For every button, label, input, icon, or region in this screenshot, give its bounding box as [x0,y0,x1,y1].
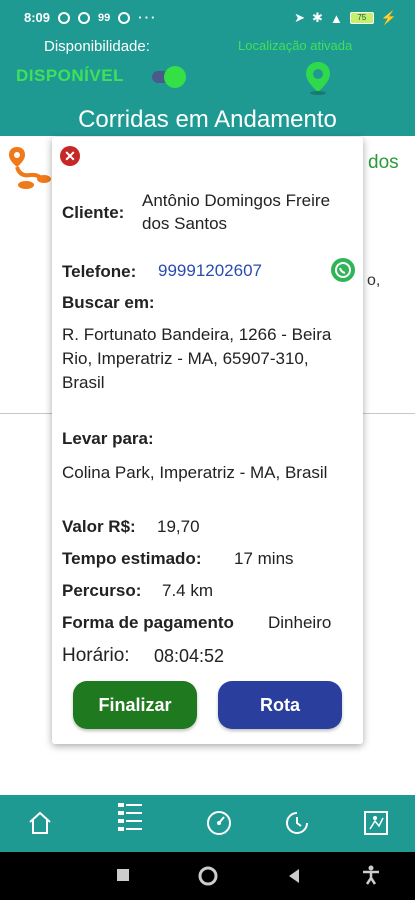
back-icon[interactable] [287,868,301,889]
status-bar: 8:09 99 ··· ➤ ✱ ▲ 75 ⚡ [0,0,415,36]
destination-label: Levar para: [62,429,154,448]
speedometer-icon[interactable] [205,809,233,837]
estimated-time-label: Tempo estimado: [62,549,202,568]
client-label: Cliente: [62,203,125,222]
phone-label: Telefone: [62,262,137,281]
status-left: 8:09 99 ··· [24,10,157,25]
more-notifications-icon: ··· [138,10,158,25]
price-label: Valor R$: [62,517,136,536]
route-pin-icon [8,145,52,196]
price-value: 19,70 [157,517,200,536]
accessibility-icon[interactable] [362,865,380,890]
location-arrow-icon: ➤ [294,10,306,25]
destination-address: Colina Park, Imperatriz - MA, Brasil [62,463,328,482]
home-circle-icon[interactable] [198,866,218,891]
distance-label: Percurso: [62,581,142,600]
location-label: Localização ativada [238,38,353,53]
history-icon[interactable] [283,809,311,837]
availability-status: DISPONÍVEL [16,66,124,85]
recents-icon[interactable] [116,868,130,887]
status-time: 8:09 [24,10,51,25]
phone-number-link[interactable]: 99991202607 [158,261,262,281]
map-icon[interactable] [362,809,390,837]
alarm-icon [58,11,71,24]
location-pin-icon[interactable] [304,60,332,101]
availability-toggle[interactable] [150,66,186,88]
bluetooth-icon: ✱ [312,10,323,25]
whatsapp-icon[interactable] [331,258,355,282]
list-icon[interactable] [116,801,144,831]
payment-method-value: Dinheiro [268,613,332,632]
battery-icon: 75 [349,12,374,24]
system-navigation-bar [0,852,415,900]
signal-icon: ▲ [329,10,343,26]
client-name: Antônio Domingos Freire dos Santos [142,191,331,233]
app-header: Disponibilidade: DISPONÍVEL Localização … [0,36,415,136]
schedule-label: Horário: [62,645,130,666]
charging-icon: ⚡ [380,10,397,25]
home-icon[interactable] [26,809,54,837]
page-title: Corridas em Andamento [78,106,337,133]
availability-label: Disponibilidade: [44,38,150,55]
notification-badge: 99 [98,11,111,24]
schedule-value: 08:04:52 [154,646,225,666]
background-address-text: o, [367,272,381,289]
estimated-time-value: 17 mins [234,549,294,568]
status-right: ➤ ✱ ▲ 75 ⚡ [294,10,397,26]
route-button[interactable]: Rota [218,681,342,729]
toggle-knob [164,66,186,88]
ride-details-card: ✕ Cliente: Antônio Domingos Freire dos S… [52,137,363,744]
pickup-label: Buscar em: [62,293,155,312]
clock-icon [78,11,91,24]
finish-ride-button[interactable]: Finalizar [73,681,197,729]
bottom-navigation [0,795,415,852]
background-status-text: dos [368,152,399,173]
payment-method-label: Forma de pagamento [62,613,234,632]
distance-value: 7.4 km [162,581,214,600]
close-icon[interactable]: ✕ [60,146,80,166]
pickup-address: R. Fortunato Bandeira, 1266 - Beira Rio,… [62,325,332,392]
dollar-icon [118,11,131,24]
